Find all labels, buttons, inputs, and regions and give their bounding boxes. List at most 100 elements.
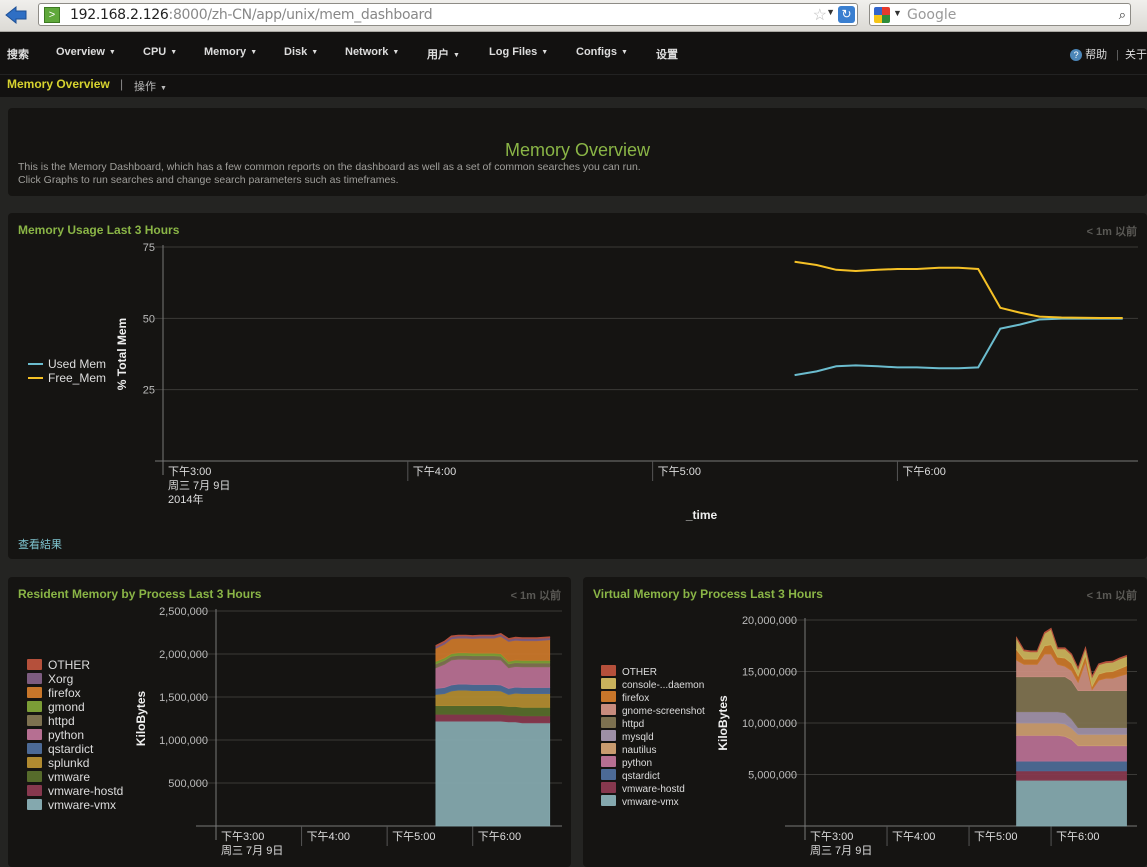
caret-down-icon: ▼ bbox=[250, 49, 257, 56]
dashboard-description: This is the Memory Dashboard, which has … bbox=[18, 161, 641, 187]
y-tick-label: 10,000,000 bbox=[742, 718, 797, 730]
bookmark-star-icon[interactable]: ☆ bbox=[813, 5, 827, 25]
x-tick-label: 下午6:00 bbox=[478, 830, 521, 843]
intro-panel: Memory Overview This is the Memory Dashb… bbox=[8, 108, 1147, 196]
view-results-link[interactable]: 查看結果 bbox=[18, 536, 62, 552]
y-tick-label: 2,500,000 bbox=[159, 606, 208, 618]
area-vmware-hostd bbox=[1017, 771, 1127, 780]
url-bar[interactable]: > 192.168.2.126:8000/zh-CN/app/unix/mem_… bbox=[38, 3, 858, 26]
reload-icon[interactable]: ↻ bbox=[838, 6, 855, 23]
description-line: Click Graphs to run searches and change … bbox=[18, 174, 641, 187]
legend-swatch bbox=[601, 730, 616, 741]
view-title[interactable]: Memory Overview bbox=[7, 77, 110, 91]
nav-item-log-files[interactable]: Log Files▼ bbox=[489, 46, 548, 58]
resident-memory-chart[interactable]: 500,0001,000,0001,500,0002,000,0002,500,… bbox=[8, 597, 571, 867]
nav-separator: | bbox=[1116, 49, 1119, 61]
x-tick-label: 下午5:00 bbox=[392, 830, 435, 843]
virtual-memory-panel: Virtual Memory by Process Last 3 Hours <… bbox=[583, 577, 1147, 867]
x-tick-label: 下午5:00 bbox=[974, 830, 1017, 843]
area-qstardict bbox=[1017, 761, 1127, 771]
caret-down-icon: ▼ bbox=[311, 49, 318, 56]
nav-item-overview[interactable]: Overview▼ bbox=[56, 46, 116, 58]
legend-label: httpd bbox=[622, 719, 644, 730]
legend-swatch bbox=[27, 673, 42, 684]
help-icon[interactable]: ? bbox=[1070, 49, 1082, 61]
url-path: :8000/zh-CN/app/unix/mem_dashboard bbox=[169, 7, 433, 23]
help-link[interactable]: 帮助 bbox=[1085, 49, 1107, 61]
legend-label: httpd bbox=[48, 714, 75, 728]
legend-swatch bbox=[27, 743, 42, 754]
nav-item-configs[interactable]: Configs▼ bbox=[576, 46, 628, 58]
description-line: This is the Memory Dashboard, which has … bbox=[18, 161, 641, 174]
memory-usage-chart[interactable]: 255075下午3:00下午4:00下午5:00下午6:00周三 7月 9日20… bbox=[8, 233, 1147, 543]
y-tick-label: 2,000,000 bbox=[159, 649, 208, 661]
y-tick-label: 500,000 bbox=[168, 778, 208, 790]
x-tick-label: 下午3:00 bbox=[221, 830, 264, 843]
about-link[interactable]: 关于 bbox=[1125, 49, 1147, 61]
search-input[interactable]: Google bbox=[907, 7, 956, 23]
caret-down-icon: ▼ bbox=[170, 49, 177, 56]
nav-right: ?帮助 | 关于 bbox=[1070, 46, 1147, 62]
x-tick-label: 下午4:00 bbox=[413, 465, 456, 478]
y-tick-label: 20,000,000 bbox=[742, 615, 797, 627]
nav-item-settings[interactable]: 设置 bbox=[656, 46, 678, 62]
x-tick-label: 下午3:00 bbox=[168, 465, 211, 478]
y-tick-label: 75 bbox=[143, 242, 155, 254]
caret-down-icon: ▼ bbox=[621, 49, 628, 56]
x-tick-sublabel: 周三 7月 9日 bbox=[810, 844, 872, 857]
url-history-dropdown-icon[interactable]: ▼ bbox=[826, 7, 835, 17]
legend-swatch bbox=[601, 743, 616, 754]
virtual-memory-chart[interactable]: 5,000,00010,000,00015,000,00020,000,000下… bbox=[583, 597, 1147, 867]
dashboard-title: Memory Overview bbox=[8, 140, 1147, 161]
resident-memory-panel: Resident Memory by Process Last 3 Hours … bbox=[8, 577, 571, 867]
x-tick-sublabel: 周三 7月 9日 bbox=[221, 844, 283, 857]
legend-swatch bbox=[27, 729, 42, 740]
browser-toolbar: > 192.168.2.126:8000/zh-CN/app/unix/mem_… bbox=[0, 0, 1147, 32]
nav-item-disk[interactable]: Disk▼ bbox=[284, 46, 318, 58]
nav-item-cpu[interactable]: CPU▼ bbox=[143, 46, 177, 58]
legend-label: OTHER bbox=[48, 658, 90, 672]
nav-item-users[interactable]: 用户▼ bbox=[427, 46, 460, 62]
legend-swatch bbox=[601, 678, 616, 689]
y-tick-label: 1,000,000 bbox=[159, 735, 208, 747]
nav-item-memory[interactable]: Memory▼ bbox=[204, 46, 257, 58]
caret-down-icon: ▼ bbox=[541, 49, 548, 56]
legend-label: vmware-hostd bbox=[622, 784, 685, 795]
y-axis-label: KiloBytes bbox=[716, 695, 730, 751]
legend-swatch bbox=[601, 795, 616, 806]
subnav-separator: | bbox=[120, 77, 123, 91]
legend-label: vmware-vmx bbox=[622, 797, 679, 808]
search-bar[interactable]: ▼ Google ⌕ bbox=[869, 3, 1131, 26]
x-axis-label: _time bbox=[685, 508, 718, 522]
site-identity-icon[interactable]: > bbox=[44, 7, 60, 23]
binoculars-search-icon[interactable]: ⌕ bbox=[1119, 7, 1126, 23]
legend-label: vmware-vmx bbox=[48, 798, 116, 812]
x-tick-sublabel: 2014年 bbox=[168, 492, 203, 506]
memory-usage-panel: Memory Usage Last 3 Hours < 1m 以前 255075… bbox=[8, 213, 1147, 559]
legend-swatch bbox=[601, 717, 616, 728]
legend-swatch bbox=[27, 715, 42, 726]
legend-label: splunkd bbox=[48, 756, 89, 770]
nav-item-network[interactable]: Network▼ bbox=[345, 46, 399, 58]
legend-label: vmware-hostd bbox=[48, 784, 123, 798]
y-tick-label: 25 bbox=[143, 385, 155, 397]
x-tick-label: 下午6:00 bbox=[902, 465, 945, 478]
y-tick-label: 50 bbox=[143, 313, 155, 325]
y-axis-label: KiloBytes bbox=[134, 691, 148, 747]
legend-swatch bbox=[601, 691, 616, 702]
legend-swatch bbox=[601, 769, 616, 780]
caret-down-icon: ▼ bbox=[392, 49, 399, 56]
search-engine-icon[interactable] bbox=[874, 7, 890, 23]
legend-label: gmond bbox=[48, 700, 85, 714]
back-arrow-icon[interactable] bbox=[5, 5, 27, 25]
url-text[interactable]: 192.168.2.126:8000/zh-CN/app/unix/mem_da… bbox=[70, 7, 432, 23]
legend-label: console-...daemon bbox=[622, 680, 704, 691]
caret-down-icon: ▼ bbox=[160, 85, 167, 92]
search-engine-dropdown-icon[interactable]: ▼ bbox=[893, 8, 902, 18]
nav-item-search[interactable]: 搜索 bbox=[7, 46, 29, 62]
sub-nav-bar: Memory Overview | 操作▼ bbox=[0, 75, 1147, 97]
actions-menu[interactable]: 操作▼ bbox=[134, 78, 167, 94]
legend-label: vmware bbox=[48, 770, 90, 784]
legend-swatch bbox=[601, 665, 616, 676]
url-host: 192.168.2.126 bbox=[70, 7, 169, 23]
